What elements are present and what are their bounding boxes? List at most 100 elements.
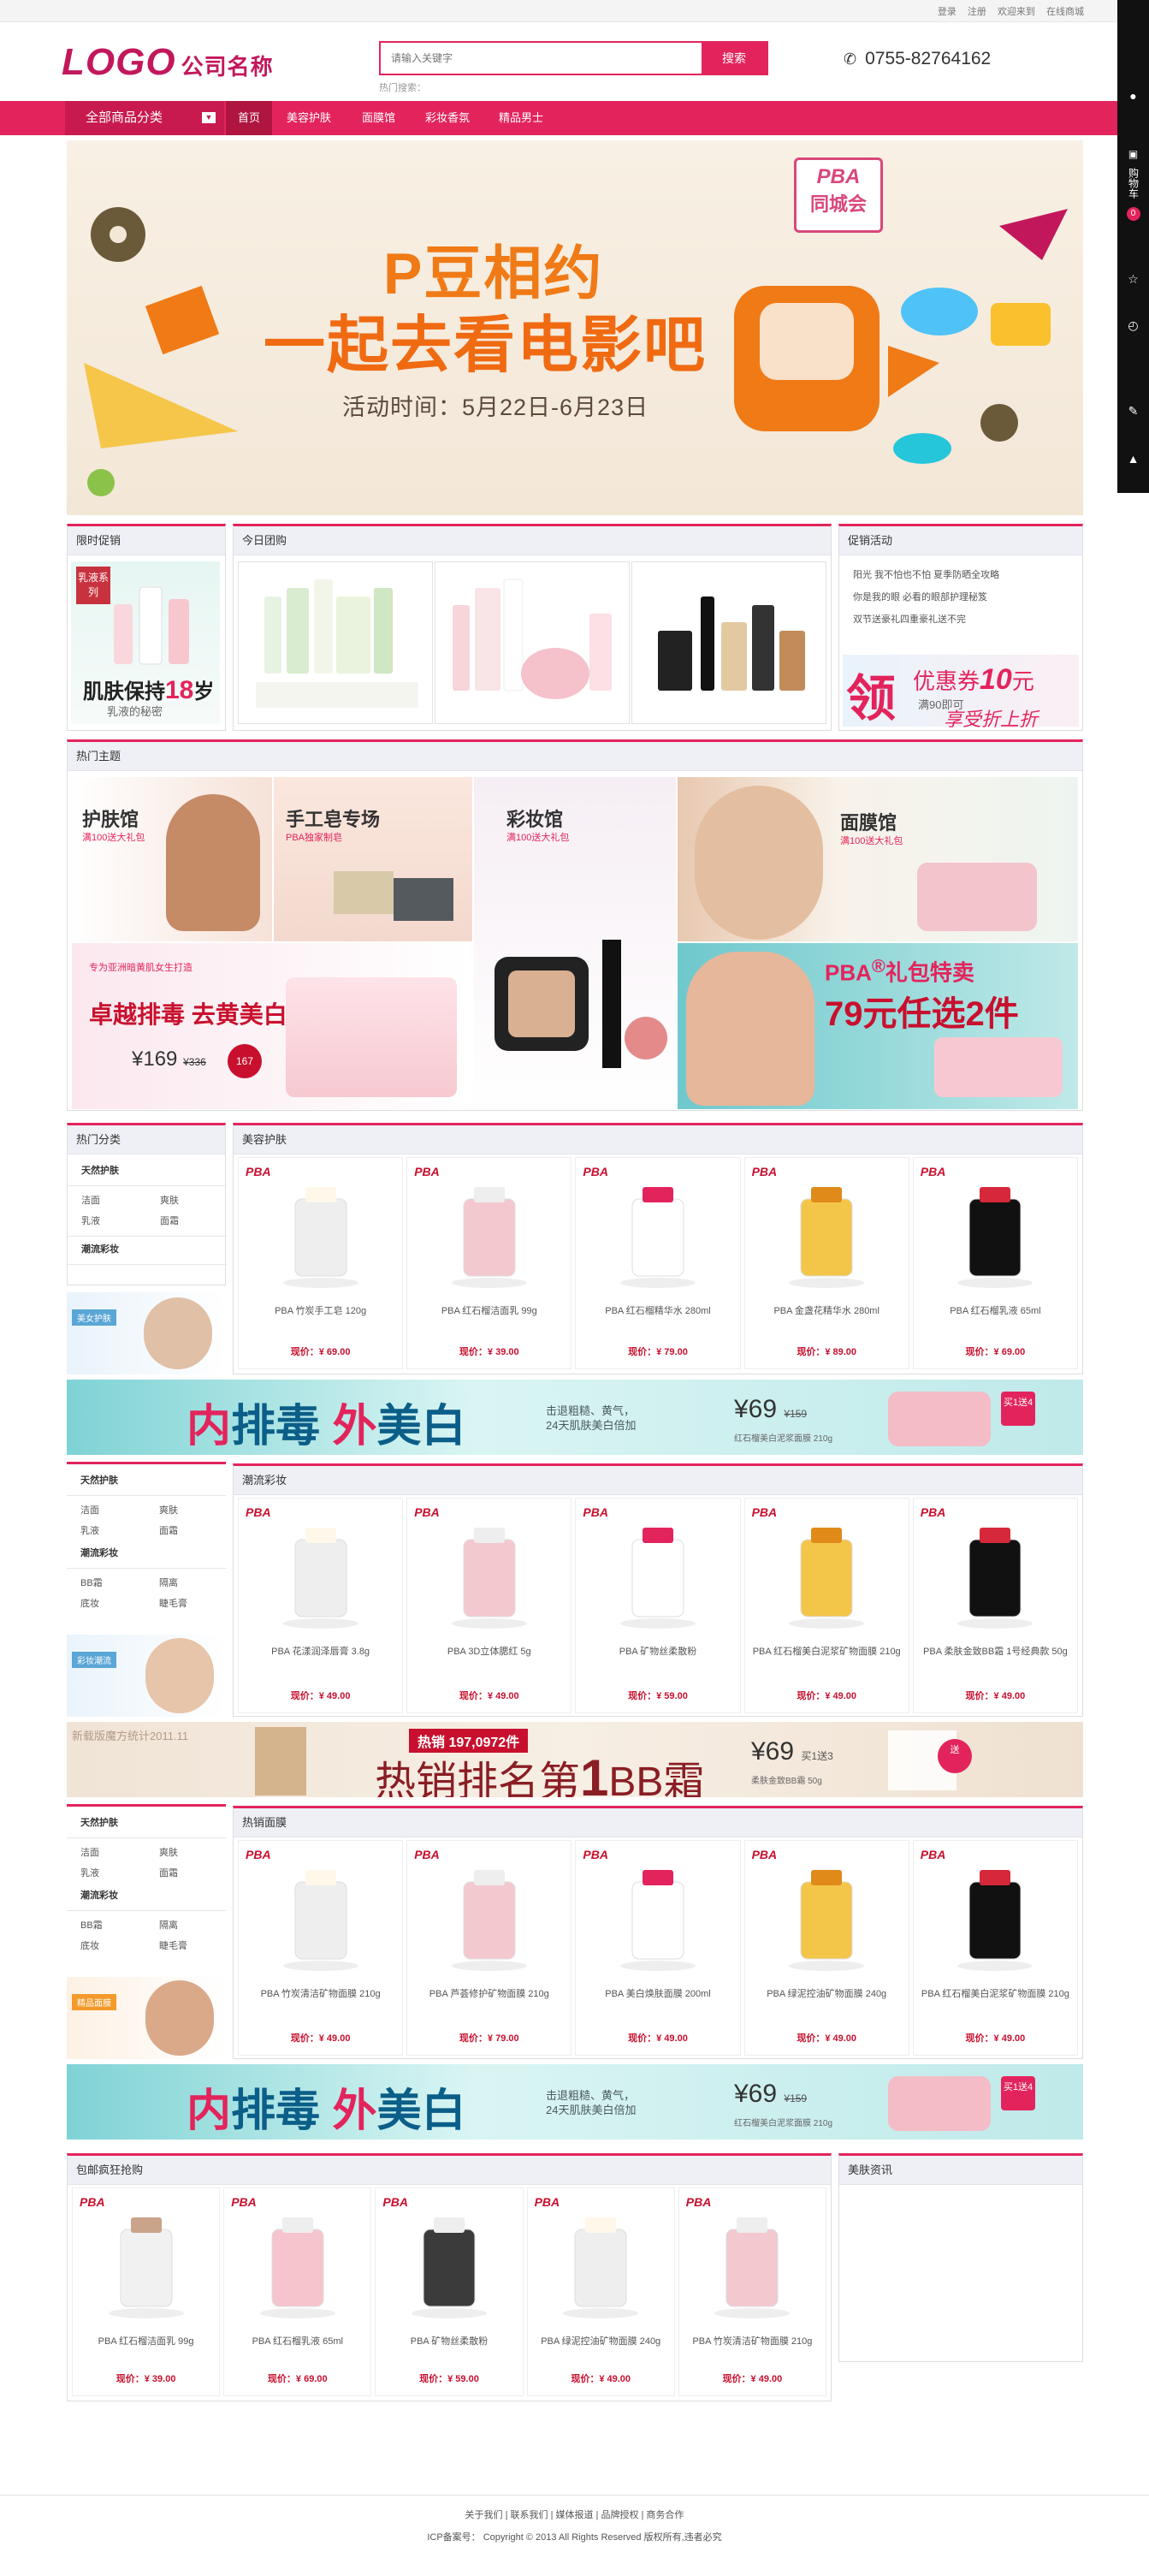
mall-link[interactable]: 在线商城 — [1046, 7, 1084, 17]
promotion-link[interactable]: 阳光 我不怕也不怕 夏季防晒全攻略 — [853, 564, 1082, 586]
product-card[interactable]: PBA PBA 3D立体腮红 5g 现价：¥ 49.00 — [406, 1498, 572, 1713]
theme-masks[interactable]: 面膜馆 满100送大礼包 — [678, 777, 1078, 941]
product-name[interactable]: PBA 美白焕肤面膜 200ml — [576, 1986, 739, 2000]
product-card[interactable]: PBA PBA 柔肤金致BB霜 1号经典款 50g 现价：¥ 49.00 — [912, 1498, 1078, 1713]
nav-item-men[interactable]: 精品男士 — [487, 101, 555, 135]
back-to-top-icon[interactable]: ▲ — [1117, 452, 1149, 466]
product-card[interactable]: PBA PBA 红石榴美白泥浆矿物面膜 210g 现价：¥ 49.00 — [743, 1498, 909, 1713]
category-group[interactable]: 潮流彩妆 — [67, 1537, 226, 1559]
product-image[interactable] — [775, 1182, 878, 1293]
product-name[interactable]: PBA 红石榴美白泥浆矿物面膜 210g — [914, 1986, 1077, 2000]
product-image[interactable] — [246, 2212, 349, 2324]
category-group[interactable]: 天然护肤 — [67, 1464, 226, 1487]
product-name[interactable]: PBA 绿泥控油矿物面膜 240g — [745, 1986, 909, 2000]
product-image[interactable] — [607, 1182, 709, 1293]
product-name[interactable]: PBA 红石榴洁面乳 99g — [73, 2334, 219, 2347]
product-name[interactable]: PBA 红石榴乳液 65ml — [224, 2334, 370, 2347]
category-group[interactable]: 天然护肤 — [68, 1154, 225, 1177]
product-image[interactable] — [438, 1522, 541, 1634]
category-link[interactable]: BB霜 隔离 — [67, 1569, 226, 1589]
promotion-link[interactable]: 双节送豪礼四重豪礼送不完 — [853, 608, 1082, 631]
category-link[interactable]: BB霜 隔离 — [67, 1911, 226, 1932]
theme-skincare[interactable]: 护肤馆 满100送大礼包 — [72, 777, 272, 941]
product-image[interactable] — [701, 2212, 803, 2324]
product-image[interactable] — [775, 1865, 878, 1976]
category-link[interactable]: 底妆 睫毛膏 — [67, 1932, 226, 1952]
theme-makeup[interactable]: 彩妆馆 满100送大礼包 — [474, 777, 676, 1109]
category-group[interactable]: 潮流彩妆 — [67, 1879, 226, 1902]
nav-item-makeup[interactable]: 彩妆香氛 — [413, 101, 482, 135]
product-card[interactable]: PBA PBA 红石榴洁面乳 99g 现价：¥ 39.00 — [406, 1157, 572, 1369]
product-image[interactable] — [549, 2212, 652, 2324]
product-card[interactable]: PBA PBA 美白焕肤面膜 200ml 现价：¥ 49.00 — [575, 1840, 741, 2056]
group-buy-item-3[interactable] — [631, 561, 826, 724]
lotion-promo[interactable]: 乳液系列 肌肤保持18岁 乳液的秘密 — [71, 561, 220, 724]
product-name[interactable]: PBA 红石榴精华水 280ml — [576, 1303, 739, 1317]
nav-item-skincare[interactable]: 美容护肤 — [275, 101, 343, 135]
product-image[interactable] — [944, 1522, 1046, 1634]
product-name[interactable]: PBA 红石榴乳液 65ml — [914, 1303, 1077, 1317]
product-name[interactable]: PBA 矿物丝柔散粉 — [376, 2334, 522, 2347]
product-card[interactable]: PBA PBA 红石榴洁面乳 99g 现价：¥ 39.00 — [72, 2187, 221, 2396]
product-name[interactable]: PBA 花漾润泽唇膏 3.8g — [239, 1644, 402, 1658]
product-name[interactable]: PBA 柔肤金致BB霜 1号经典款 50g — [914, 1644, 1077, 1658]
product-name[interactable]: PBA 红石榴洁面乳 99g — [407, 1303, 571, 1317]
product-image[interactable] — [944, 1865, 1046, 1976]
product-name[interactable]: PBA 金盏花精华水 280ml — [745, 1303, 909, 1317]
hero-banner[interactable]: PBA 同城会 P豆相约 一起去看电影吧 活动时间：5月22日-6月23日 — [67, 140, 1083, 515]
product-card[interactable]: PBA PBA 竹炭手工皂 120g 现价：¥ 69.00 — [238, 1157, 404, 1369]
footer-links[interactable]: 关于我们 | 联系我们 | 媒体报道 | 品牌授权 | 商务合作 — [0, 2508, 1149, 2521]
register-link[interactable]: 注册 — [968, 7, 986, 17]
theme-handmade-soap[interactable]: 手工皂专场 PBA独家制皂 — [274, 777, 472, 941]
side-ad-makeup[interactable]: 彩妆潮流 — [67, 1635, 226, 1717]
group-buy-item-2[interactable] — [435, 561, 630, 724]
user-icon[interactable]: ● — [1117, 89, 1149, 103]
nav-item-masks[interactable]: 面膜馆 — [350, 101, 407, 135]
product-name[interactable]: PBA 竹炭清洁矿物面膜 210g — [239, 1986, 402, 2000]
promo-strip-detox-2[interactable]: 内排毒 外美白 击退粗糙、黄气， 24天肌肤美白倍加 ¥69 ¥159 红石榴美白… — [67, 2064, 1083, 2140]
product-card[interactable]: PBA PBA 金盏花精华水 280ml 现价：¥ 89.00 — [743, 1157, 909, 1369]
promo-strip-bb[interactable]: 新载版魔方统计2011.11 热销 197,0972件 热销排名第1BB霜 ¥6… — [67, 1722, 1083, 1797]
product-name[interactable]: PBA 矿物丝柔散粉 — [576, 1644, 739, 1658]
product-image[interactable] — [438, 1182, 541, 1293]
all-categories-button[interactable]: 全部商品分类 ▼ — [65, 101, 224, 135]
product-name[interactable]: PBA 竹炭清洁矿物面膜 210g — [679, 2334, 826, 2347]
product-name[interactable]: PBA 3D立体腮红 5g — [407, 1644, 571, 1658]
product-card[interactable]: PBA PBA 矿物丝柔散粉 现价：¥ 59.00 — [575, 1498, 741, 1713]
product-image[interactable] — [95, 2212, 198, 2324]
product-name[interactable]: PBA 竹炭手工皂 120g — [239, 1303, 402, 1317]
product-image[interactable] — [269, 1865, 372, 1976]
theme-detox-whitening[interactable]: 专为亚洲暗黄肌女生打造 卓越排毒 去黄美白 ¥169 ¥336 167 — [72, 943, 472, 1109]
side-ad-skincare[interactable]: 美女护肤 — [67, 1292, 226, 1374]
product-image[interactable] — [269, 1522, 372, 1634]
nav-item-home[interactable]: 首页 — [226, 101, 273, 135]
product-image[interactable] — [269, 1182, 372, 1293]
theme-gift-pack[interactable]: PBA®礼包特卖 79元任选2件 — [678, 943, 1078, 1109]
product-card[interactable]: PBA PBA 红石榴乳液 65ml 现价：¥ 69.00 — [223, 2187, 372, 2396]
category-link[interactable]: 洁面 爽肤 — [67, 1496, 226, 1517]
search-button[interactable]: 搜索 — [702, 43, 767, 74]
product-card[interactable]: PBA PBA 绿泥控油矿物面膜 240g 现价：¥ 49.00 — [526, 2187, 675, 2396]
product-card[interactable]: PBA PBA 矿物丝柔散粉 现价：¥ 59.00 — [375, 2187, 524, 2396]
login-link[interactable]: 登录 — [938, 7, 957, 17]
cart-button[interactable]: ▣ 购物车 0 — [1117, 147, 1149, 221]
product-image[interactable] — [438, 1865, 541, 1976]
product-card[interactable]: PBA PBA 花漾润泽唇膏 3.8g 现价：¥ 49.00 — [238, 1498, 404, 1713]
category-link[interactable]: 乳液 面霜 — [67, 1859, 226, 1879]
product-card[interactable]: PBA PBA 红石榴美白泥浆矿物面膜 210g 现价：¥ 49.00 — [912, 1840, 1078, 2056]
star-icon[interactable]: ☆ — [1117, 272, 1149, 287]
edit-icon[interactable]: ✎ — [1117, 404, 1149, 418]
search-input[interactable] — [381, 43, 702, 74]
product-card[interactable]: PBA PBA 竹炭清洁矿物面膜 210g 现价：¥ 49.00 — [238, 1840, 404, 2056]
product-card[interactable]: PBA PBA 竹炭清洁矿物面膜 210g 现价：¥ 49.00 — [678, 2187, 826, 2396]
product-image[interactable] — [398, 2212, 500, 2324]
history-icon[interactable]: ◴ — [1117, 318, 1149, 333]
category-link[interactable]: 底妆 睫毛膏 — [67, 1589, 226, 1610]
site-logo[interactable]: LOGO 公司名称 — [62, 41, 274, 84]
coupon-banner[interactable]: 领 优惠券10元 满90即可 享受折上折 — [843, 655, 1079, 730]
product-image[interactable] — [607, 1865, 709, 1976]
product-card[interactable]: PBA PBA 芦荟修护矿物面膜 210g 现价：¥ 79.00 — [406, 1840, 572, 2056]
category-link[interactable]: 洁面 爽肤 — [68, 1186, 225, 1207]
group-buy-item-1[interactable] — [238, 561, 433, 724]
category-group[interactable]: 天然护肤 — [67, 1807, 226, 1829]
